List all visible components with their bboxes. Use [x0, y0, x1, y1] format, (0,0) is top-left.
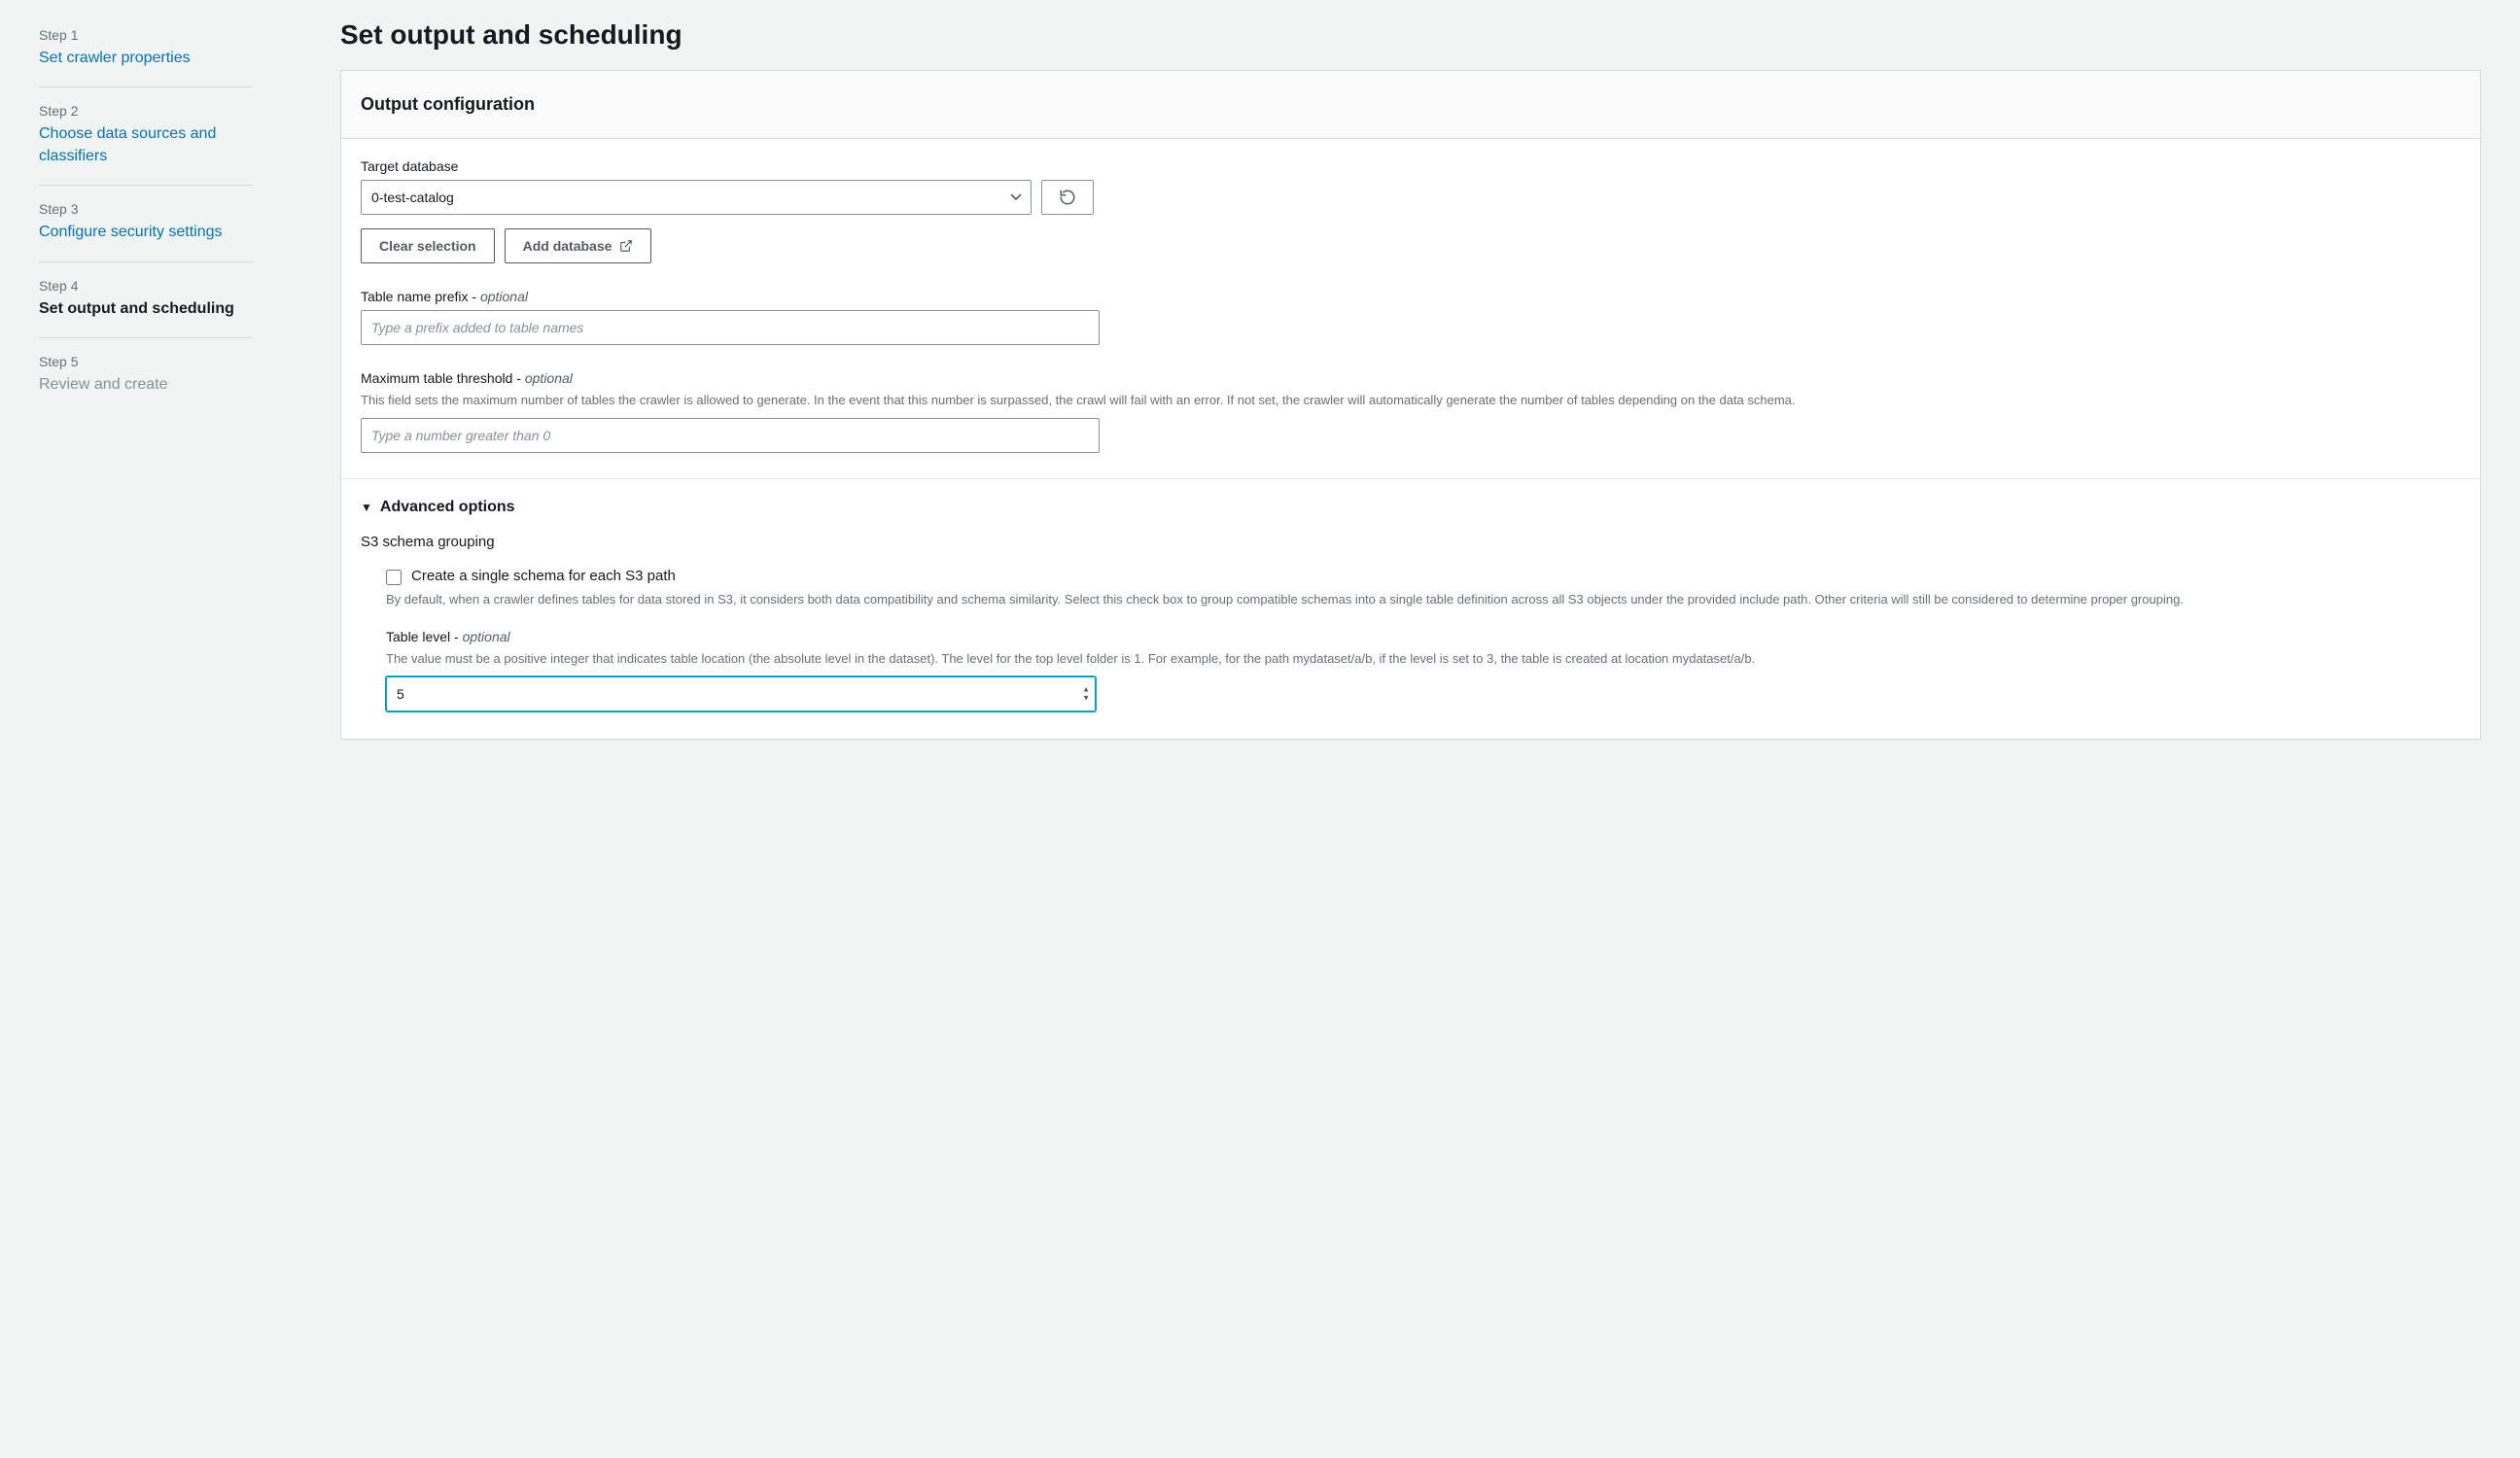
page-title: Set output and scheduling	[340, 19, 2481, 51]
target-database-select[interactable]	[361, 180, 1032, 215]
target-database-label: Target database	[361, 158, 2461, 174]
step-title: Review and create	[39, 374, 253, 396]
clear-selection-button[interactable]: Clear selection	[361, 228, 495, 263]
step-number: Step 4	[39, 278, 253, 294]
button-label: Clear selection	[379, 238, 476, 254]
step-title: Set output and scheduling	[39, 298, 253, 320]
step-title[interactable]: Set crawler properties	[39, 48, 253, 69]
step-4: Step 4 Set output and scheduling	[39, 262, 253, 338]
panel-heading: Output configuration	[361, 94, 2461, 115]
table-prefix-field: Table name prefix - optional	[361, 289, 2461, 345]
table-level-label: Table level - optional	[386, 629, 2461, 644]
step-2[interactable]: Step 2 Choose data sources and classifie…	[39, 87, 253, 186]
output-config-panel: Output configuration Target database	[340, 70, 2481, 740]
step-number: Step 2	[39, 103, 253, 119]
advanced-options-label: Advanced options	[380, 499, 515, 516]
s3-grouping-heading: S3 schema grouping	[361, 534, 2461, 550]
button-label: Add database	[523, 238, 612, 254]
step-5: Step 5 Review and create	[39, 338, 253, 413]
number-spinner[interactable]: ▲ ▼	[1082, 685, 1090, 702]
spinner-down-icon[interactable]: ▼	[1082, 694, 1090, 702]
step-title[interactable]: Choose data sources and classifiers	[39, 123, 253, 167]
single-schema-checkbox-block: Create a single schema for each S3 path	[361, 568, 2461, 585]
step-number: Step 3	[39, 201, 253, 217]
max-threshold-field: Maximum table threshold - optional This …	[361, 370, 2461, 453]
single-schema-checkbox-label: Create a single schema for each S3 path	[411, 568, 676, 584]
add-database-button[interactable]: Add database	[505, 228, 652, 263]
wizard-sidebar: Step 1 Set crawler properties Step 2 Cho…	[0, 0, 262, 1458]
refresh-button[interactable]	[1041, 180, 1094, 215]
single-schema-help: By default, when a crawler defines table…	[361, 591, 2461, 609]
refresh-icon	[1059, 189, 1076, 206]
table-level-help: The value must be a positive integer tha…	[386, 650, 2461, 669]
step-3[interactable]: Step 3 Configure security settings	[39, 186, 253, 261]
step-1[interactable]: Step 1 Set crawler properties	[39, 19, 253, 87]
main-content: Set output and scheduling Output configu…	[262, 0, 2520, 1458]
step-number: Step 1	[39, 27, 253, 43]
caret-down-icon: ▼	[361, 501, 372, 514]
panel-header: Output configuration	[341, 71, 2480, 139]
target-database-value[interactable]	[361, 180, 1032, 215]
table-level-input[interactable]	[386, 677, 1096, 712]
table-prefix-label: Table name prefix - optional	[361, 289, 2461, 304]
max-threshold-label: Maximum table threshold - optional	[361, 370, 2461, 386]
divider	[341, 478, 2480, 479]
step-title[interactable]: Configure security settings	[39, 222, 253, 243]
external-link-icon	[619, 239, 633, 253]
max-threshold-help: This field sets the maximum number of ta…	[361, 392, 2461, 410]
table-prefix-input[interactable]	[361, 310, 1100, 345]
single-schema-checkbox[interactable]	[386, 570, 402, 585]
step-number: Step 5	[39, 354, 253, 369]
table-level-field: Table level - optional The value must be…	[361, 629, 2461, 712]
spinner-up-icon[interactable]: ▲	[1082, 685, 1090, 693]
max-threshold-input[interactable]	[361, 418, 1100, 453]
advanced-options-toggle[interactable]: ▼ Advanced options	[361, 499, 2461, 516]
target-database-field: Target database	[361, 158, 2461, 263]
